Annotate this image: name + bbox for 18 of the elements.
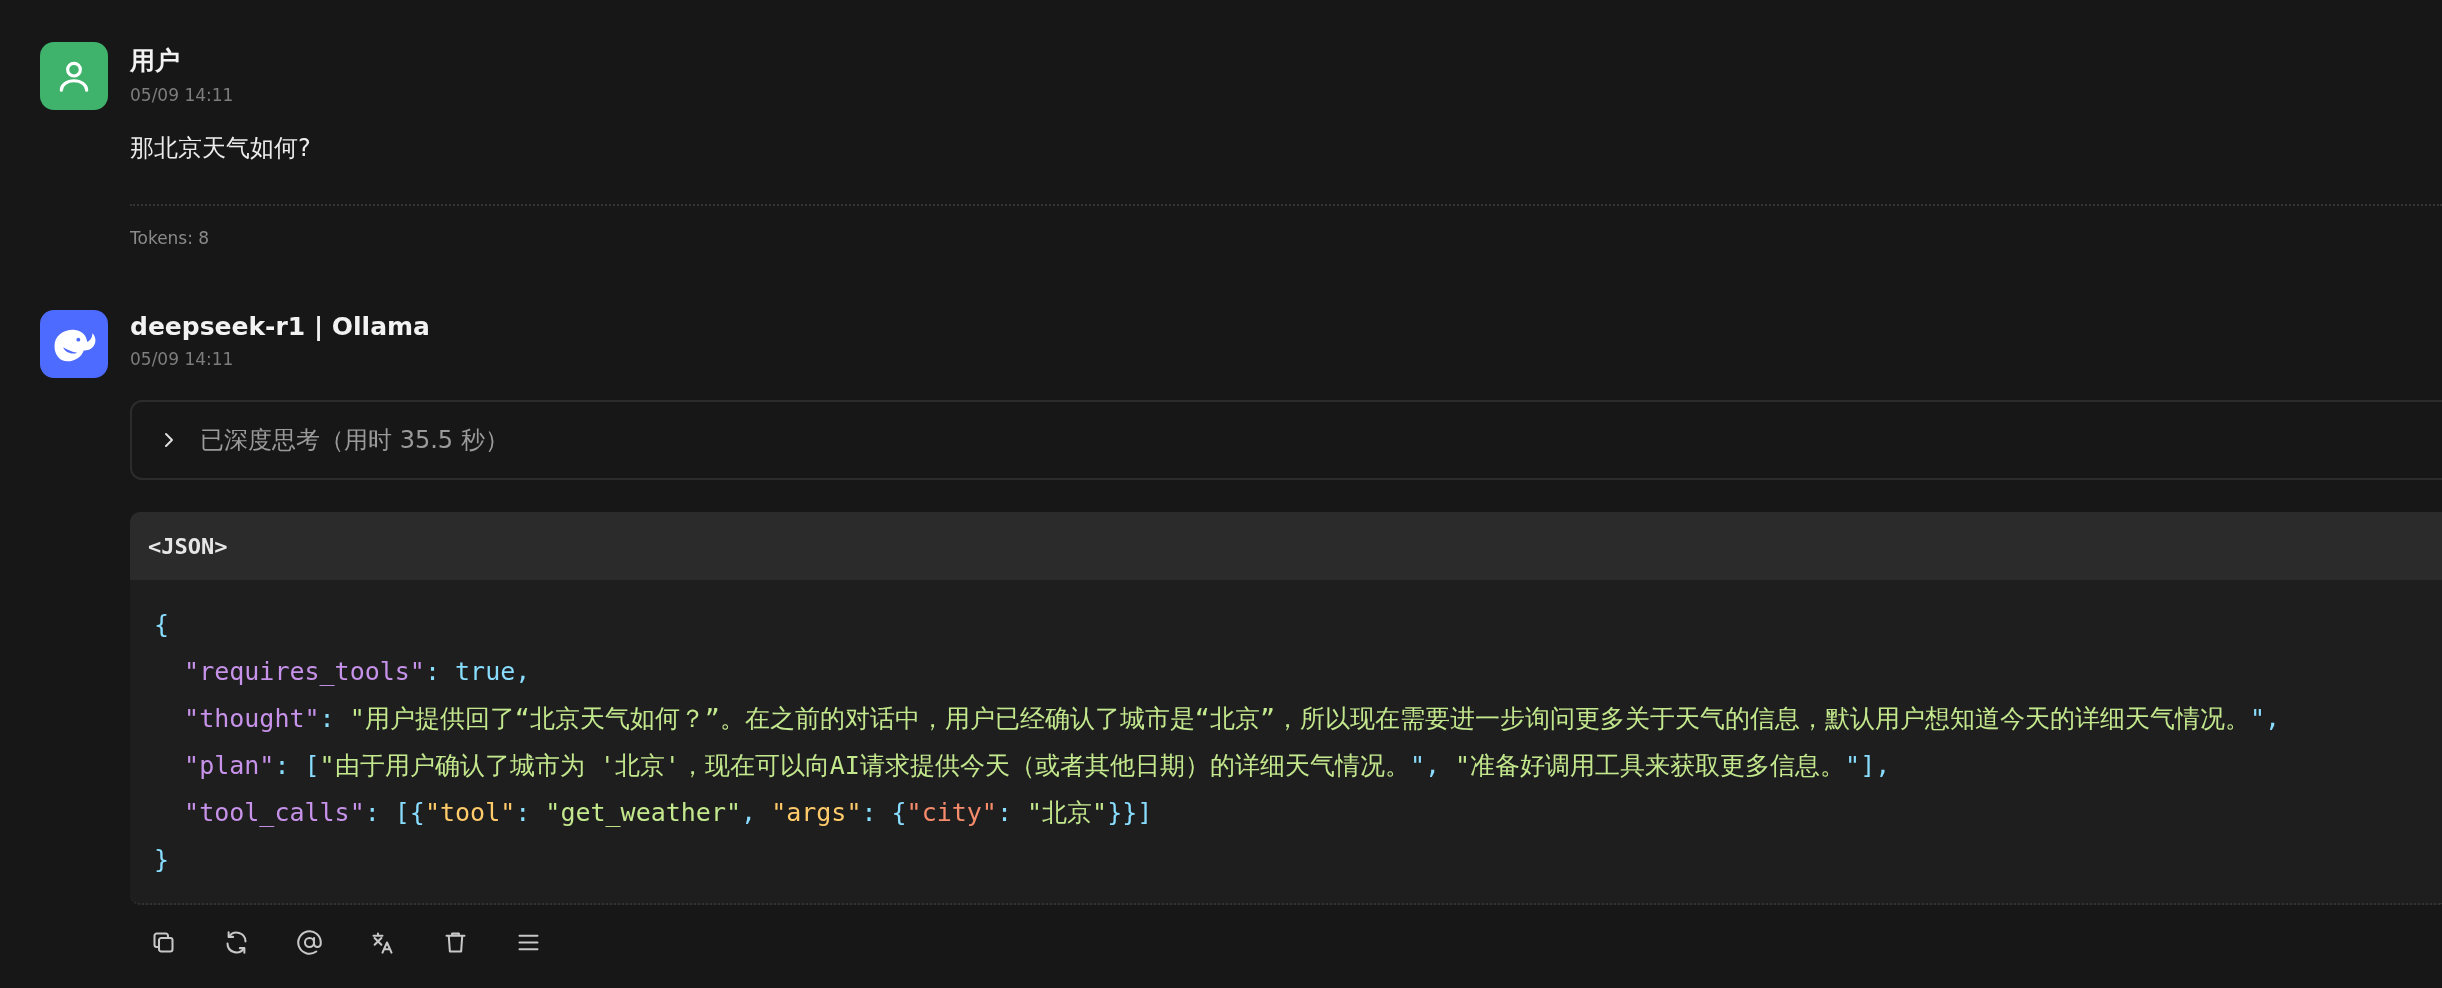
code-line: { [154, 609, 170, 641]
user-avatar [40, 42, 108, 110]
code-line: } [154, 844, 170, 876]
timestamp: 05/09 14:11 [130, 349, 235, 369]
code-line: "plan": ["由于用户确认了城市为 '北京'，现在可以向AI请求提供今天（或者其他日期）的详细天气情况。", "准备好调用工具来获取更多信息。"], [183, 750, 1891, 782]
code-line: "tool_calls": [{"tool": "get_weather", "args": {"city": "北京"}}] [183, 797, 1153, 829]
code-line: "thought": "用户提供回了“北京天气如何？”。在之前的对话中，用户已经确认了城市是“北京”，所以现在需要进一步询问更多关于天气的信息，默认用户想知道今天的详细天气情况。", [183, 703, 2281, 735]
at-sign-icon[interactable] [296, 929, 323, 956]
message-text: 那北京天气如何? [130, 133, 312, 164]
token-count: Tokens: 8 [130, 228, 211, 248]
author-name: deepseek-r1 | Ollama [130, 312, 431, 341]
whale-avatar [40, 310, 108, 378]
code-language: <JSON> [148, 533, 228, 559]
author-name: 用户 [130, 45, 181, 77]
thinking-toggle[interactable]: 已深度思考（用时 35.5 秒） [130, 400, 2442, 480]
code-line: "requires_tools": true, [183, 656, 531, 688]
copy-icon[interactable] [150, 929, 177, 956]
timestamp: 05/09 14:11 [130, 85, 235, 105]
